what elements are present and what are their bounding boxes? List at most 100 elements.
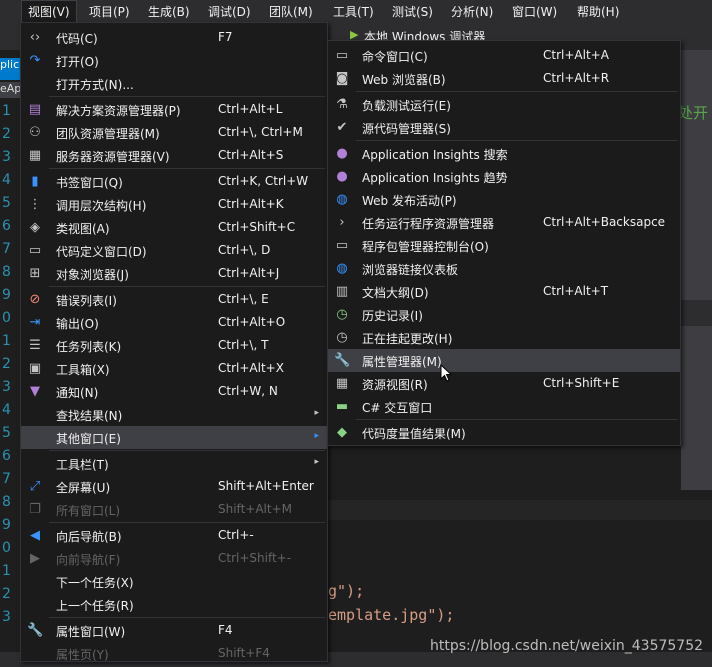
view-menu-item-23[interactable]: ⤢ 全屏幕(U) Shift+Alt+Enter xyxy=(21,475,327,498)
history-icon: ◷ xyxy=(336,307,348,322)
csharp-interactive-icon: ▬ xyxy=(335,399,349,414)
menu-item-shortcut: Ctrl+\, T xyxy=(218,338,269,352)
view-menu-item-15[interactable]: ⇥ 输出(O) Ctrl+Alt+O xyxy=(21,311,327,334)
view-menu-item-20[interactable]: 其他窗口(E) ▸ xyxy=(21,426,327,449)
view-menu-item-22[interactable]: 工具栏(T) ▸ xyxy=(21,452,327,475)
other-windows-item-13[interactable]: ◷ 历史记录(I) xyxy=(328,303,680,326)
view-menu-item-11[interactable]: ▭ 代码定义窗口(D) Ctrl+\, D xyxy=(21,239,327,262)
menu-test[interactable]: 测试(S) xyxy=(392,3,433,20)
other-windows-item-10[interactable]: ▭ 程序包管理器控制台(O) xyxy=(328,234,680,257)
view-menu-item-5[interactable]: ⚇ 团队资源管理器(M) Ctrl+\, Ctrl+M xyxy=(21,121,327,144)
other-windows-item-1[interactable]: ◙ Web 浏览器(B) Ctrl+Alt+R xyxy=(328,67,680,90)
other-windows-item-9[interactable]: › 任务运行程序资源管理器 Ctrl+Alt+Backsapce xyxy=(328,211,680,234)
menu-item-shortcut: Shift+F4 xyxy=(218,646,270,660)
menu-item-label: C# 交互窗口 xyxy=(362,401,433,415)
other-windows-separator xyxy=(356,140,678,141)
view-menu-item-10[interactable]: ◈ 类视图(A) Ctrl+Shift+C xyxy=(21,216,327,239)
line-number: 1 xyxy=(2,333,11,349)
menu-tools[interactable]: 工具(T) xyxy=(333,3,374,20)
view-menu-dropdown: ‹› 代码(C) F7 ↷ 打开(O) 打开方式(N)... ▤ 解决方案资源管理器(P) Ct… xyxy=(20,22,328,662)
menu-team[interactable]: 团队(M) xyxy=(269,3,313,20)
line-number: 8 xyxy=(2,264,11,280)
menu-item-shortcut: Ctrl+Shift+- xyxy=(218,551,292,565)
document-tab-label: plic xyxy=(0,58,20,71)
line-number: 9 xyxy=(2,517,11,533)
view-menu-separator xyxy=(49,450,325,451)
view-menu-item-24: ❐ 所有窗口(L) Shift+Alt+M xyxy=(21,498,327,521)
menu-analyze[interactable]: 分析(N) xyxy=(451,3,493,20)
view-menu-item-2[interactable]: 打开方式(N)... xyxy=(21,72,327,95)
view-menu-item-1[interactable]: ↷ 打开(O) xyxy=(21,49,327,72)
other-windows-item-8[interactable]: ◍ Web 发布活动(P) xyxy=(328,188,680,211)
other-windows-item-3[interactable]: ⚗ 负载测试运行(E) xyxy=(328,93,680,116)
document-tab-secondary[interactable]: eAp xyxy=(0,82,20,98)
menu-item-label: Web 浏览器(B) xyxy=(362,73,446,87)
menu-item-label: 程序包管理器控制台(O) xyxy=(362,240,489,254)
other-windows-item-0[interactable]: ▭ 命令窗口(C) Ctrl+Alt+A xyxy=(328,44,680,67)
view-menu-item-14[interactable]: ⊘ 错误列表(I) Ctrl+\, E xyxy=(21,288,327,311)
view-menu-item-0[interactable]: ‹› 代码(C) F7 xyxy=(21,26,327,49)
menu-item-label: 代码定义窗口(D) xyxy=(56,245,147,259)
other-windows-item-15[interactable]: 🔧 属性管理器(M) xyxy=(328,349,680,372)
menu-item-label: 代码度量值结果(M) xyxy=(362,427,466,441)
view-menu-item-8[interactable]: ▮ 书签窗口(Q) Ctrl+K, Ctrl+W xyxy=(21,170,327,193)
line-number: 6 xyxy=(2,218,11,234)
other-windows-item-12[interactable]: ▥ 文档大纲(D) Ctrl+Alt+T xyxy=(328,280,680,303)
submenu-arrow-icon: ▸ xyxy=(314,408,319,418)
source-control-icon: ✔ xyxy=(336,120,348,135)
line-number: 9 xyxy=(2,287,11,303)
view-menu-item-16[interactable]: ☰ 任务列表(K) Ctrl+\, T xyxy=(21,334,327,357)
code-line-2: emplate.jpg"); xyxy=(328,606,455,624)
other-windows-item-19[interactable]: ◆ 代码度量值结果(M) xyxy=(328,421,680,444)
web-browser-icon: ◙ xyxy=(335,71,349,86)
code-icon: ‹› xyxy=(29,30,41,45)
call-hierarchy-icon: ⋮ xyxy=(28,197,42,212)
line-number: 8 xyxy=(2,494,11,510)
other-windows-item-4[interactable]: ✔ 源代码管理器(S) xyxy=(328,116,680,139)
menu-window[interactable]: 窗口(W) xyxy=(512,3,557,20)
line-number: 3 xyxy=(2,379,11,395)
menu-project[interactable]: 项目(P) xyxy=(89,3,130,20)
other-windows-item-6[interactable]: ● Application Insights 搜索 xyxy=(328,142,680,165)
document-tab[interactable]: plic xyxy=(0,58,20,80)
menu-item-label: 下一个任务(X) xyxy=(56,576,134,590)
view-menu-item-17[interactable]: ▣ 工具箱(X) Ctrl+Alt+X xyxy=(21,357,327,380)
menu-item-shortcut: Ctrl+Alt+R xyxy=(543,71,610,85)
view-menu-item-9[interactable]: ⋮ 调用层次结构(H) Ctrl+Alt+K xyxy=(21,193,327,216)
view-menu-item-19[interactable]: 查找结果(N) ▸ xyxy=(21,403,327,426)
line-number: 1 xyxy=(2,563,11,579)
menu-debug[interactable]: 调试(D) xyxy=(208,3,251,20)
view-menu-separator xyxy=(49,96,325,97)
view-menu-item-4[interactable]: ▤ 解决方案资源管理器(P) Ctrl+Alt+L xyxy=(21,98,327,121)
view-menu-item-18[interactable]: ▼ 通知(N) Ctrl+W, N xyxy=(21,380,327,403)
menu-item-shortcut: Ctrl+Alt+T xyxy=(543,284,609,298)
other-windows-item-16[interactable]: ▦ 资源视图(R) Ctrl+Shift+E xyxy=(328,372,680,395)
menu-view[interactable]: 视图(V) xyxy=(21,0,77,24)
view-menu-item-6[interactable]: ▦ 服务器资源管理器(V) Ctrl+Alt+S xyxy=(21,144,327,167)
command-window-icon: ▭ xyxy=(335,48,349,63)
line-number: 0 xyxy=(2,540,11,556)
view-menu-item-31[interactable]: 🔧 属性窗口(W) F4 xyxy=(21,619,327,642)
menu-item-shortcut: Ctrl+\, D xyxy=(218,243,271,257)
menu-build[interactable]: 生成(B) xyxy=(148,3,190,20)
menu-item-shortcut: F7 xyxy=(218,30,233,44)
menu-item-label: 查找结果(N) xyxy=(56,409,123,423)
view-menu-item-26[interactable]: ◀ 向后导航(B) Ctrl+- xyxy=(21,524,327,547)
other-windows-item-7[interactable]: ● Application Insights 趋势 xyxy=(328,165,680,188)
menu-item-shortcut: Ctrl+Alt+K xyxy=(218,197,284,211)
line-number: 4 xyxy=(2,402,11,418)
menu-item-label: 任务列表(K) xyxy=(56,340,122,354)
view-menu-item-28[interactable]: 下一个任务(X) xyxy=(21,570,327,593)
other-windows-item-14[interactable]: ◷ 正在挂起更改(H) xyxy=(328,326,680,349)
view-menu-item-29[interactable]: 上一个任务(R) xyxy=(21,593,327,616)
view-menu-item-32: 属性页(Y) Shift+F4 xyxy=(21,642,327,665)
line-number: 2 xyxy=(2,586,11,602)
navigate-back-icon: ◀ xyxy=(30,528,40,543)
line-number: 7 xyxy=(2,471,11,487)
menu-help[interactable]: 帮助(H) xyxy=(577,3,619,20)
submenu-arrow-icon: ▸ xyxy=(314,431,319,441)
view-menu-item-12[interactable]: ⊞ 对象浏览器(J) Ctrl+Alt+J xyxy=(21,262,327,285)
other-windows-item-11[interactable]: ◍ 浏览器链接仪表板 xyxy=(328,257,680,280)
other-windows-item-17[interactable]: ▬ C# 交互窗口 xyxy=(328,395,680,418)
output-icon: ⇥ xyxy=(29,315,41,330)
